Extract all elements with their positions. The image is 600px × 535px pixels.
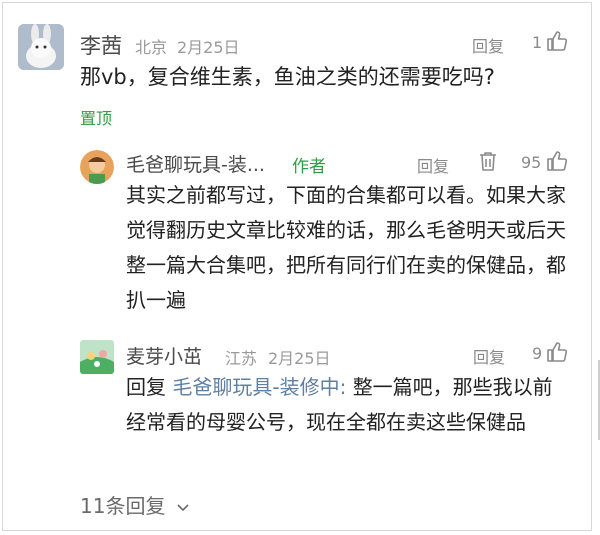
reply-author[interactable]: 麦芽小茁 xyxy=(126,342,202,369)
more-replies-label: 11条回复 xyxy=(80,494,166,518)
avatar[interactable] xyxy=(18,24,64,70)
reply-button[interactable]: 回复 xyxy=(472,33,504,57)
reply-target-user[interactable]: 毛爸聊玩具-装修中: xyxy=(172,375,346,399)
like-count: 95 xyxy=(521,153,542,172)
comment-location: 北京 xyxy=(135,38,168,57)
reply-text: 其实之前都写过，下面的合集都可以看。如果大家觉得翻历史文章比较难的话，那么毛爸明… xyxy=(126,183,566,312)
trash-icon[interactable] xyxy=(478,150,498,172)
like-count: 1 xyxy=(532,33,543,52)
reply-location: 江苏 xyxy=(225,349,258,368)
reply-button[interactable]: 回复 xyxy=(417,153,449,177)
reply-author[interactable]: 毛爸聊玩具-装... xyxy=(126,150,265,177)
more-replies-link[interactable]: 11条回复 xyxy=(80,490,190,519)
comment-date: 2月25日 xyxy=(177,38,240,57)
reply-button[interactable]: 回复 xyxy=(473,344,505,368)
comment-author[interactable]: 李茜 xyxy=(80,30,122,60)
thumbs-up-icon[interactable] xyxy=(546,150,568,172)
reply-text-block: 回复 毛爸聊玩具-装修中: 整一篇吧，那些我以前经常看的母婴公号，现在全都在卖这… xyxy=(126,370,566,440)
comment-text: 那vb，复合维生素，鱼油之类的还需要吃吗? xyxy=(80,65,495,89)
thumbs-up-icon[interactable] xyxy=(546,30,568,52)
pin-label[interactable]: 置顶 xyxy=(80,105,112,129)
avatar[interactable] xyxy=(80,150,114,184)
avatar[interactable] xyxy=(80,340,114,374)
like-count: 9 xyxy=(532,344,543,363)
thumbs-up-icon[interactable] xyxy=(546,341,568,363)
boy-avatar-icon xyxy=(80,150,114,184)
reply-date: 2月25日 xyxy=(268,349,331,368)
reply-prefix: 回复 xyxy=(126,375,166,399)
chevron-down-icon xyxy=(177,504,189,512)
author-badge: 作者 xyxy=(292,157,326,177)
cartoon-avatar-icon xyxy=(80,340,114,374)
bunny-avatar-icon xyxy=(18,24,64,70)
